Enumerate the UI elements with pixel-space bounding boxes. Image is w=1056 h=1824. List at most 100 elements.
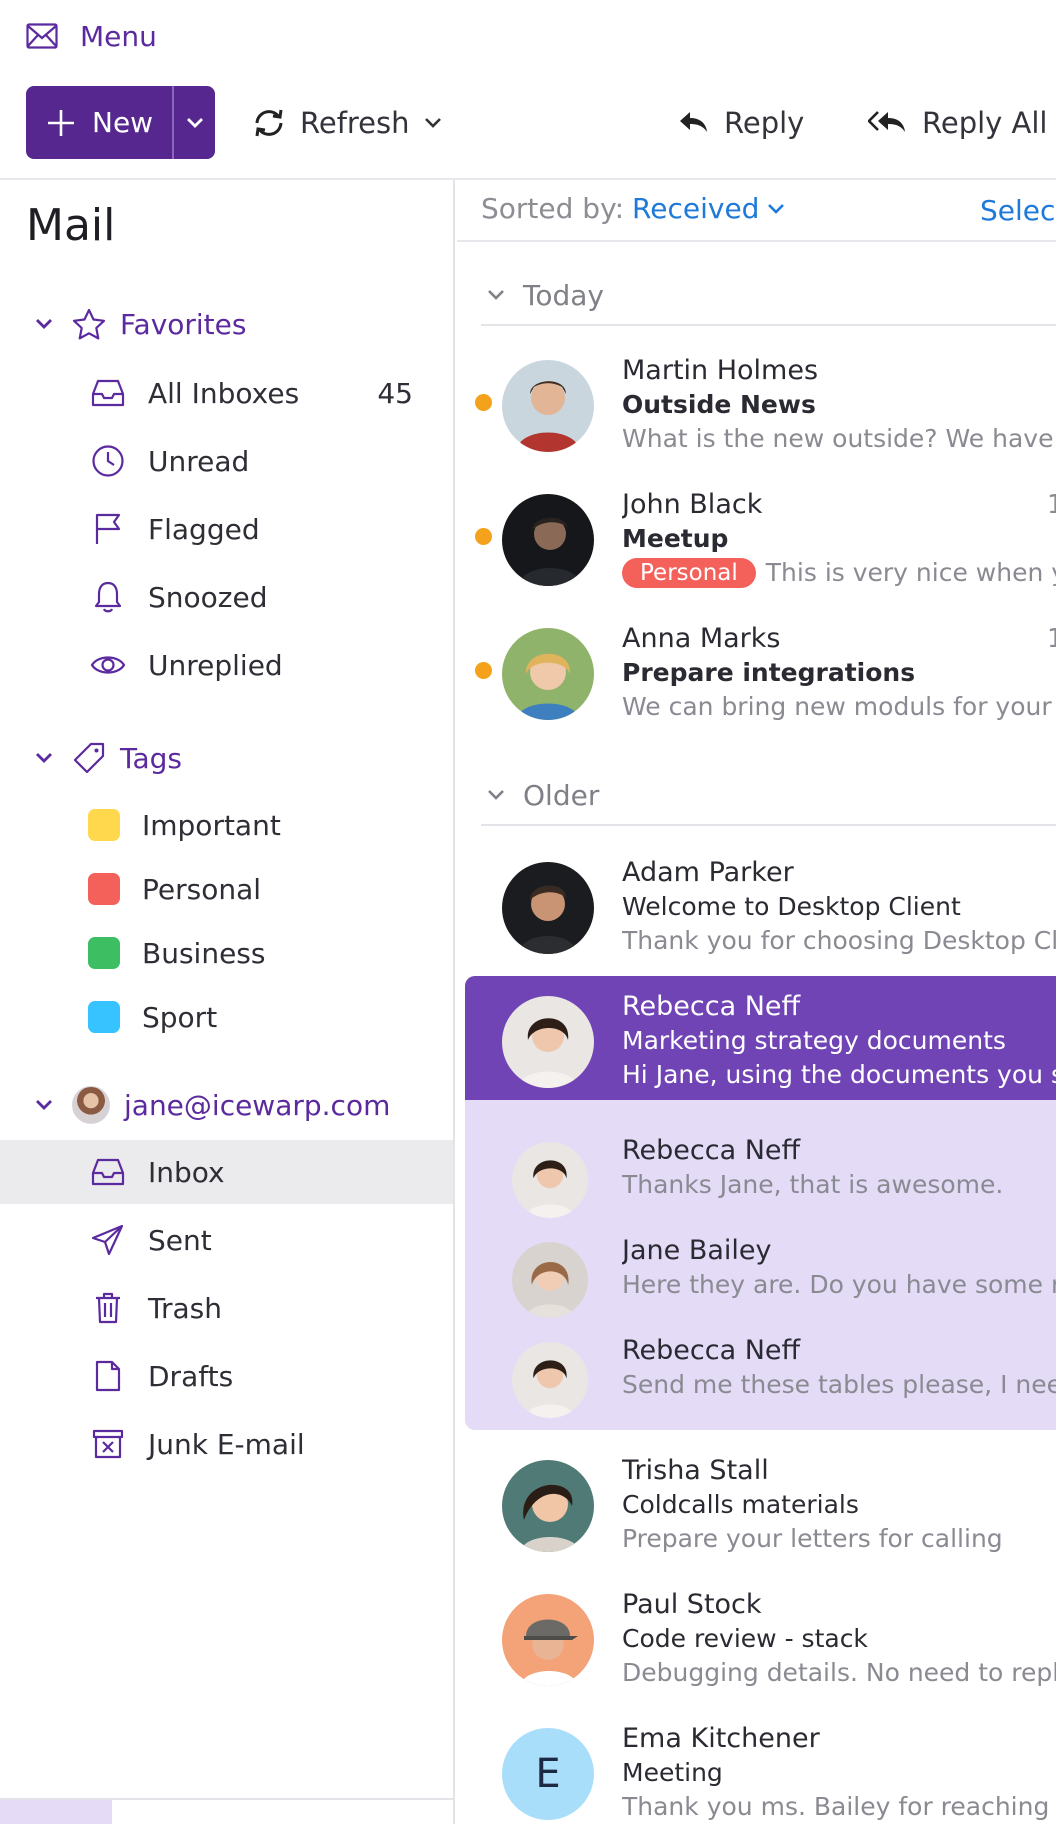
thread-message-row[interactable]: Rebecca Neff Send me these tables please… xyxy=(457,1320,1056,1420)
message-row[interactable]: Trisha Stall Coldcalls materials Prepare… xyxy=(457,1440,1056,1574)
tag-label: Important xyxy=(142,808,281,842)
refresh-icon xyxy=(252,108,286,138)
message-row[interactable]: Anna Marks Prepare integrations We can b… xyxy=(457,608,1056,742)
tag-item-sport[interactable]: Sport xyxy=(88,992,217,1042)
message-subject: Code review - stack xyxy=(622,1624,868,1653)
new-button[interactable]: New xyxy=(26,86,172,159)
message-time: 1 xyxy=(1047,624,1056,654)
tag-item-personal[interactable]: Personal xyxy=(88,864,261,914)
message-row[interactable]: Paul Stock Code review - stack Debugging… xyxy=(457,1574,1056,1708)
tag-item-business[interactable]: Business xyxy=(88,928,265,978)
tag-badge: Personal xyxy=(622,558,756,588)
unread-count: 45 xyxy=(377,376,413,410)
message-preview: Thank you ms. Bailey for reaching ou xyxy=(622,1792,1056,1821)
message-subject: Welcome to Desktop Client xyxy=(622,892,961,921)
inbox-tray-icon xyxy=(90,1157,126,1187)
reply-label: Reply xyxy=(724,105,805,140)
document-icon xyxy=(90,1359,126,1393)
sorted-by-label: Sorted by: xyxy=(481,192,625,225)
tag-color-swatch xyxy=(88,937,120,969)
message-preview: Send me these tables please, I need. xyxy=(622,1370,1056,1399)
message-sender: Rebecca Neff xyxy=(622,991,801,1022)
message-row[interactable]: John Black Meetup Personal This is very … xyxy=(457,474,1056,608)
chevron-down-icon xyxy=(487,789,505,801)
group-label: Today xyxy=(523,278,604,312)
trash-icon xyxy=(90,1291,126,1325)
chevron-down-icon[interactable] xyxy=(424,117,442,129)
message-row[interactable]: Martin Holmes Outside News What is the n… xyxy=(457,340,1056,474)
tags-label: Tags xyxy=(120,741,182,775)
message-preview: This is very nice when yo xyxy=(765,558,1056,587)
unread-dot xyxy=(475,394,492,411)
sidebar-item-all-inboxes[interactable]: All Inboxes 45 xyxy=(0,361,453,425)
message-subject: Meeting xyxy=(622,1758,723,1787)
message-row-selected[interactable]: Rebecca Neff Marketing strategy document… xyxy=(465,976,1056,1100)
account-section-header[interactable]: jane@icewarp.com xyxy=(30,1081,390,1129)
reply-all-button[interactable]: Reply All xyxy=(868,86,1048,159)
sort-selector[interactable]: Sorted by: Received xyxy=(481,192,785,225)
tag-item-important[interactable]: Important xyxy=(88,800,281,850)
avatar-initial: E xyxy=(502,1728,594,1820)
message-sender: Paul Stock xyxy=(622,1589,762,1620)
sidebar-item-label: Sent xyxy=(148,1223,212,1257)
refresh-button[interactable]: Refresh xyxy=(252,86,442,159)
message-sender: Adam Parker xyxy=(622,857,794,888)
chevron-down-icon xyxy=(30,752,58,764)
flag-icon xyxy=(90,512,126,546)
message-subject: Outside News xyxy=(622,390,816,419)
message-sender: Trisha Stall xyxy=(622,1455,769,1486)
chevron-down-icon xyxy=(30,318,58,330)
avatar xyxy=(512,1242,588,1318)
message-preview: Prepare your letters for calling xyxy=(622,1524,1003,1553)
sidebar-item-unread[interactable]: Unread xyxy=(0,429,453,493)
new-options-dropdown[interactable] xyxy=(174,86,215,159)
sidebar-item-label: Unread xyxy=(148,444,250,478)
menu-button[interactable]: Menu xyxy=(26,18,157,54)
tag-label: Personal xyxy=(142,872,262,906)
sidebar-item-inbox[interactable]: Inbox xyxy=(0,1140,453,1204)
sidebar-bottom-bar xyxy=(0,1798,453,1824)
message-time: 1 xyxy=(1047,490,1056,520)
message-preview: What is the new outside? We have b xyxy=(622,424,1056,453)
sidebar-item-unreplied[interactable]: Unreplied xyxy=(0,633,453,697)
message-row[interactable]: E Ema Kitchener Meeting Thank you ms. Ba… xyxy=(457,1708,1056,1824)
sidebar-item-junk-email[interactable]: Junk E-mail xyxy=(0,1412,453,1476)
reply-all-label: Reply All xyxy=(922,105,1048,140)
message-row[interactable]: Adam Parker Welcome to Desktop Client Th… xyxy=(457,842,1056,976)
avatar xyxy=(502,360,594,452)
avatar xyxy=(502,628,594,720)
message-subject: Coldcalls materials xyxy=(622,1490,859,1519)
reply-all-arrow-icon xyxy=(868,110,908,136)
select-link[interactable]: Select xyxy=(980,194,1056,227)
sidebar-item-label: Inbox xyxy=(148,1155,225,1189)
sidebar-item-sent[interactable]: Sent xyxy=(0,1208,453,1272)
thread-message-row[interactable]: Rebecca Neff Thanks Jane, that is awesom… xyxy=(457,1120,1056,1220)
sidebar-item-trash[interactable]: Trash xyxy=(0,1276,453,1340)
tag-color-swatch xyxy=(88,873,120,905)
sidebar-item-snoozed[interactable]: Snoozed xyxy=(0,565,453,629)
message-sender: John Black xyxy=(622,489,763,520)
avatar xyxy=(502,1460,594,1552)
page-title: Mail xyxy=(26,200,116,251)
message-sender: Martin Holmes xyxy=(622,355,819,386)
sidebar-item-drafts[interactable]: Drafts xyxy=(0,1344,453,1408)
group-header-today[interactable]: Today xyxy=(481,266,1056,326)
plus-icon xyxy=(46,108,76,138)
reply-button[interactable]: Reply xyxy=(678,86,804,159)
junk-box-icon xyxy=(90,1428,126,1460)
chevron-down-icon xyxy=(30,1099,58,1111)
sidebar-item-flagged[interactable]: Flagged xyxy=(0,497,453,561)
tag-color-swatch xyxy=(88,809,120,841)
avatar xyxy=(502,862,594,954)
tag-icon xyxy=(72,741,106,775)
thread-message-row[interactable]: Jane Bailey Here they are. Do you have s… xyxy=(457,1220,1056,1320)
message-preview: Thanks Jane, that is awesome. xyxy=(622,1170,1004,1199)
tag-label: Sport xyxy=(142,1000,218,1034)
message-preview: Thank you for choosing Desktop Clie xyxy=(622,926,1056,955)
tags-section-header[interactable]: Tags xyxy=(30,734,182,782)
favorites-section-header[interactable]: Favorites xyxy=(30,300,246,348)
message-sender: Jane Bailey xyxy=(622,1235,772,1266)
message-preview: Here they are. Do you have some m. xyxy=(622,1270,1056,1299)
group-header-older[interactable]: Older xyxy=(481,766,1056,826)
sidebar-item-label: Trash xyxy=(148,1291,222,1325)
